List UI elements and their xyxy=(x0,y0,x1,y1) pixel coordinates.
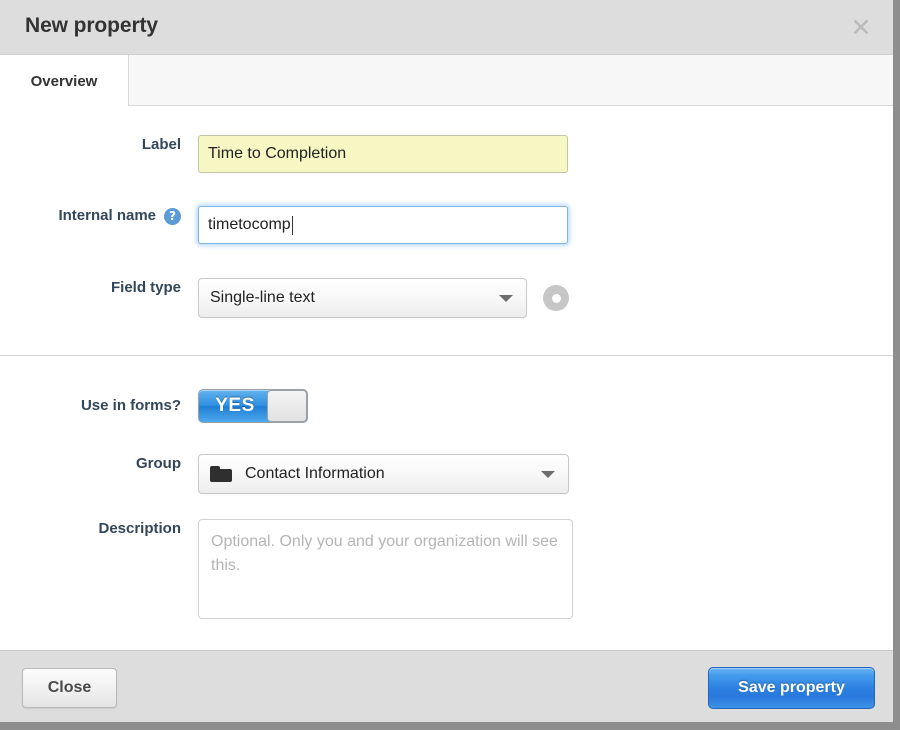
internal-name-field-label: Internal name xyxy=(58,207,156,224)
tab-overview[interactable]: Overview xyxy=(0,55,128,107)
internal-name-value: timetocomp xyxy=(208,216,291,233)
toggle-knob[interactable] xyxy=(267,390,307,422)
folder-icon xyxy=(210,466,232,482)
group-select[interactable]: Contact Information xyxy=(198,454,569,494)
save-property-button[interactable]: Save property xyxy=(708,667,875,709)
close-icon[interactable]: ✕ xyxy=(847,13,875,41)
label-field-label: Label xyxy=(141,136,181,153)
description-textarea[interactable] xyxy=(198,519,573,619)
use-in-forms-label: Use in forms? xyxy=(80,397,181,414)
label-input[interactable] xyxy=(198,135,568,173)
group-label: Group xyxy=(136,455,181,472)
internal-name-input[interactable]: timetocomp xyxy=(198,206,568,244)
chevron-down-icon xyxy=(541,471,555,478)
field-row-group: Group Contact Information xyxy=(0,454,893,494)
form-body: Label Internal name ? timetocomp Field t… xyxy=(0,107,893,650)
modal-bottom-edge xyxy=(0,722,900,730)
field-type-select[interactable]: Single-line text xyxy=(198,278,527,318)
group-value: Contact Information xyxy=(245,465,385,482)
use-in-forms-toggle[interactable]: YES xyxy=(198,389,308,423)
field-type-value: Single-line text xyxy=(210,289,315,306)
field-type-label: Field type xyxy=(110,279,181,296)
modal-footer: Close Save property xyxy=(0,650,893,722)
tab-bar: Overview xyxy=(0,55,893,107)
chevron-down-icon xyxy=(499,295,513,302)
help-circle-icon[interactable]: ? xyxy=(164,207,181,225)
tab-bar-filler xyxy=(128,55,893,106)
field-row-label: Label xyxy=(0,135,893,173)
camera-lens xyxy=(551,293,561,303)
field-row-description: Description xyxy=(0,519,893,619)
new-property-modal: New property ✕ Overview Label Internal n… xyxy=(0,0,900,730)
modal-titlebar: New property ✕ xyxy=(0,0,893,55)
camera-preview-icon[interactable] xyxy=(543,285,569,311)
modal-right-edge xyxy=(893,0,900,722)
internal-name-label-wrap: Internal name ? xyxy=(0,206,198,226)
description-label: Description xyxy=(98,520,181,537)
page-title: New property xyxy=(25,14,158,37)
field-row-field-type: Field type Single-line text xyxy=(0,278,893,318)
text-caret xyxy=(291,215,293,235)
section-divider xyxy=(0,355,893,356)
close-button[interactable]: Close xyxy=(22,668,117,708)
toggle-state-label: YES xyxy=(215,395,255,416)
field-row-use-in-forms: Use in forms? YES xyxy=(0,389,893,423)
field-row-internal-name: Internal name ? timetocomp xyxy=(0,206,893,244)
